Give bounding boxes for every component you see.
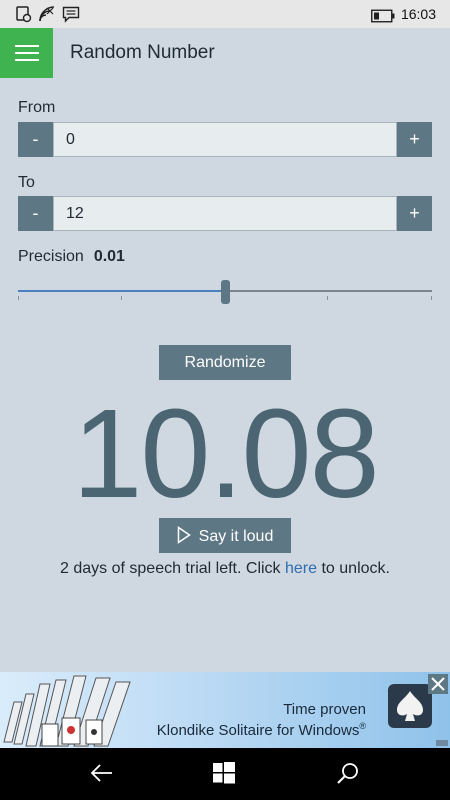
app-bar: Random Number [0,28,450,78]
windows-icon[interactable] [213,762,235,784]
back-icon[interactable] [90,762,114,784]
message-icon [62,6,80,23]
status-bar: 16:03 [0,0,450,28]
slider-tick [18,296,19,300]
ad-subheadline: Klondike Solitaire for Windows® [156,721,366,739]
random-result: 10.08 [72,383,379,524]
play-icon [177,525,191,544]
battery-icon [371,9,395,23]
trial-notice: 2 days of speech trial left. Click here … [60,560,390,577]
wifi-icon [39,6,55,22]
slider-tick [327,296,328,300]
slider-track-filled [18,290,225,292]
randomize-button[interactable]: Randomize [159,345,291,380]
from-input[interactable] [53,122,397,157]
notification-icon [16,6,32,23]
unlock-link[interactable]: here [285,560,317,577]
slider-thumb[interactable] [221,280,230,304]
search-icon[interactable] [336,762,360,786]
hamburger-icon [15,45,39,47]
clock: 16:03 [400,6,436,22]
slider-tick [431,296,432,300]
ad-headline: Time proven [283,701,366,718]
from-decrement-button[interactable]: - [18,122,53,157]
to-decrement-button[interactable]: - [18,196,53,231]
slider-track-remaining [225,290,432,292]
to-label: To [18,174,35,191]
precision-slider[interactable] [18,280,432,304]
precision-row: Precision 0.01 [18,248,125,266]
say-it-loud-button[interactable]: Say it loud [159,518,291,553]
from-label: From [18,99,56,116]
precision-value: 0.01 [93,248,125,265]
navigation-bar [0,748,450,800]
to-increment-button[interactable]: + [397,196,432,231]
precision-label: Precision [18,248,84,265]
ad-close-button[interactable] [428,674,448,694]
slider-tick [121,296,122,300]
spade-logo-icon [388,684,432,728]
page-title: Random Number [70,42,215,63]
to-input[interactable] [53,196,397,231]
hamburger-menu-button[interactable] [0,28,53,78]
ad-banner[interactable]: Time proven Klondike Solitaire for Windo… [0,672,450,748]
say-it-loud-label: Say it loud [198,527,274,545]
close-icon [431,677,445,691]
from-increment-button[interactable]: + [397,122,432,157]
ad-choices-icon[interactable] [436,740,448,746]
card-stacks-image [3,675,131,747]
